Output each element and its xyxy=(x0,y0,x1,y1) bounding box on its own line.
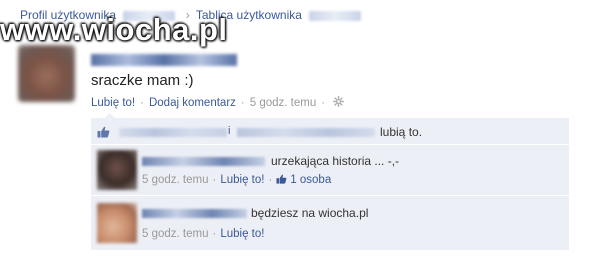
comment-meta: 5 godz. temu · Lubię to! · 1 osoba xyxy=(142,174,331,186)
redacted-commenter-name[interactable] xyxy=(142,209,247,218)
comment-like-link[interactable]: Lubię to! xyxy=(220,228,264,240)
separator: · xyxy=(212,174,217,186)
comment: będziesz na wiocha.pl 5 godz. temu · Lubię… xyxy=(91,196,569,251)
thumbs-up-icon xyxy=(97,126,110,138)
post-actions: Lubię to! · Dodaj komentarz · 5 godz. temu · xyxy=(91,96,345,109)
redacted-commenter-name[interactable] xyxy=(142,157,265,166)
separator: · xyxy=(140,97,144,109)
avatar[interactable] xyxy=(97,150,137,190)
redacted-liker-name[interactable] xyxy=(237,128,375,137)
watermark: www.wiocha.pl xyxy=(0,12,228,47)
likes-connector: i xyxy=(228,125,231,137)
likes-row: i lubią to. xyxy=(91,118,569,145)
separator: · xyxy=(212,228,217,240)
add-comment-link[interactable]: Dodaj komentarz xyxy=(149,97,236,109)
comment-text: urzekająca historia ... -,- xyxy=(271,154,400,168)
comment-timestamp[interactable]: 5 godz. temu xyxy=(142,174,208,186)
separator: · xyxy=(268,174,273,186)
redacted-liker-name[interactable] xyxy=(119,128,227,137)
separator: · xyxy=(240,97,245,109)
gear-icon[interactable] xyxy=(333,96,345,107)
thumbs-up-icon xyxy=(276,174,287,184)
comment-text: będziesz na wiocha.pl xyxy=(251,206,369,220)
avatar[interactable] xyxy=(97,203,137,243)
comment: urzekająca historia ... -,- 5 godz. temu… xyxy=(91,145,569,196)
redacted-name xyxy=(309,10,362,21)
comment-meta: 5 godz. temu · Lubię to! xyxy=(142,228,264,240)
status-text: sraczke mam :) xyxy=(91,72,194,89)
likes-text: lubią to. xyxy=(380,125,423,139)
like-count-label: 1 osoba xyxy=(290,174,332,186)
post-timestamp[interactable]: 5 godz. temu xyxy=(250,97,316,109)
redacted-author-name[interactable] xyxy=(91,54,237,66)
comment-like-count[interactable]: 1 osoba xyxy=(276,174,331,186)
comment-like-link[interactable]: Lubię to! xyxy=(220,174,264,186)
comment-timestamp[interactable]: 5 godz. temu xyxy=(142,228,208,240)
separator: · xyxy=(321,97,326,109)
avatar[interactable] xyxy=(18,45,75,102)
feedback-box: i lubią to. urzekająca historia ... -,- … xyxy=(91,113,569,251)
like-link[interactable]: Lubię to! xyxy=(91,97,135,109)
